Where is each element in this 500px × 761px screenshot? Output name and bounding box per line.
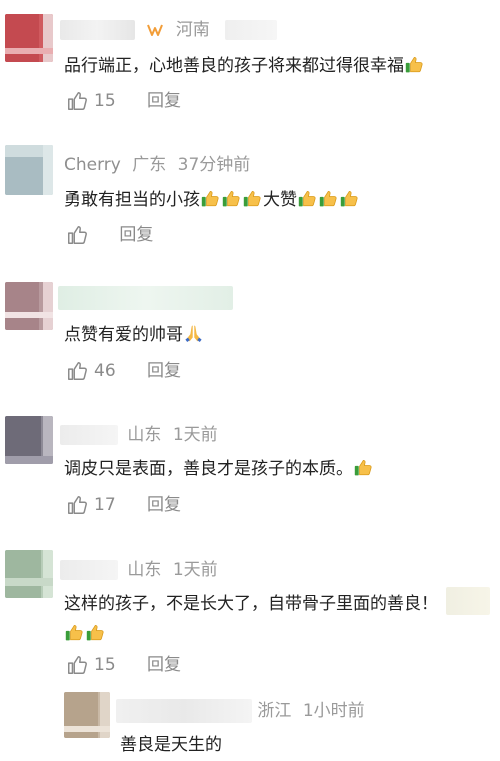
- location-label: 广东: [132, 155, 167, 175]
- avatar[interactable]: [5, 282, 53, 330]
- comment-meta: 浙江 1小时前: [116, 699, 365, 723]
- like-icon[interactable]: [66, 90, 88, 112]
- like-icon[interactable]: [66, 360, 88, 382]
- reply-button[interactable]: 回复: [119, 225, 153, 245]
- comment-text: 勇敢有担当的小孩 大赞: [64, 185, 360, 215]
- comment-text: 点赞有爱的帅哥: [64, 320, 204, 350]
- timestamp: 37分钟前: [177, 155, 251, 175]
- reply-button[interactable]: 回复: [147, 495, 181, 515]
- comment-item: 山东 1天前 这样的孩子，不是长大了，自带骨子里面的善良！ 15 回复: [0, 535, 500, 685]
- comment-actions: 15 回复: [66, 88, 181, 114]
- username-blurred[interactable]: [116, 699, 252, 723]
- comment-item: 山东 1天前 调皮只是表面，善良才是孩子的本质。 17 回复: [0, 400, 500, 530]
- reply-item: 浙江 1小时前 善良是天生的: [0, 685, 500, 761]
- comment-actions: 15 回复: [66, 652, 181, 678]
- avatar[interactable]: [5, 14, 53, 62]
- location-label: 浙江: [257, 701, 292, 721]
- like-count: 17: [94, 495, 116, 515]
- like-count: 46: [94, 361, 116, 381]
- like-count: 15: [94, 91, 116, 111]
- username[interactable]: Cherry: [64, 155, 121, 175]
- like-icon[interactable]: [66, 224, 88, 246]
- comment-text: 品行端正，心地善良的孩子将来都过得很幸福: [64, 51, 425, 81]
- username-blurred[interactable]: [58, 286, 233, 310]
- avatar[interactable]: [5, 145, 53, 195]
- like-count: 15: [94, 655, 116, 675]
- thumbs-up-emoji-icon: [222, 189, 241, 208]
- thumbs-up-emoji-icon: [65, 623, 84, 642]
- like-icon[interactable]: [66, 494, 88, 516]
- thumbs-up-emoji-icon: [340, 189, 359, 208]
- comment-text: 善良是天生的: [120, 735, 222, 755]
- vip-badge-icon: [146, 21, 164, 39]
- comment-item: 点赞有爱的帅哥 46 回复: [0, 265, 500, 395]
- avatar[interactable]: [5, 416, 53, 464]
- comment-meta: [58, 286, 233, 310]
- comment-meta: 山东 1天前: [60, 558, 218, 582]
- location-label: 山东: [127, 425, 162, 445]
- comment-item: 河南 品行端正，心地善良的孩子将来都过得很幸福 15 回复: [0, 0, 500, 130]
- reply-button[interactable]: 回复: [147, 655, 181, 675]
- reply-button[interactable]: 回复: [147, 361, 181, 381]
- comment-actions: 17 回复: [66, 492, 181, 518]
- comment-meta: Cherry 广东 37分钟前: [64, 153, 250, 177]
- thumbs-up-emoji-icon: [354, 458, 373, 477]
- thumbs-up-emoji-icon: [405, 55, 424, 74]
- time-blurred: [225, 20, 278, 40]
- comment-actions: 回复: [66, 222, 153, 248]
- avatar[interactable]: [64, 692, 110, 738]
- comment-meta: 山东 1天前: [60, 423, 218, 447]
- comment-item: Cherry 广东 37分钟前 勇敢有担当的小孩 大赞 回复: [0, 130, 500, 260]
- location-label: 山东: [127, 560, 162, 580]
- timestamp: 1小时前: [302, 701, 365, 721]
- timestamp: 1天前: [172, 425, 218, 445]
- comment-text: 调皮只是表面，善良才是孩子的本质。: [64, 454, 374, 484]
- username-blurred[interactable]: [60, 20, 135, 40]
- image-attachment-blurred[interactable]: [446, 587, 490, 615]
- comment-meta: 河南: [60, 18, 278, 42]
- thumbs-up-emoji-icon: [86, 623, 105, 642]
- username-blurred[interactable]: [60, 425, 118, 445]
- comment-actions: 46 回复: [66, 358, 181, 384]
- thumbs-up-emoji-icon: [243, 189, 262, 208]
- thumbs-up-emoji-icon: [319, 189, 338, 208]
- username-blurred[interactable]: [60, 560, 118, 580]
- timestamp: 1天前: [172, 560, 218, 580]
- like-icon[interactable]: [66, 654, 88, 676]
- thumbs-up-emoji-icon: [298, 189, 317, 208]
- thumbs-up-emoji-icon: [201, 189, 220, 208]
- praying-hands-emoji-icon: [184, 324, 203, 343]
- avatar[interactable]: [5, 550, 53, 598]
- reply-button[interactable]: 回复: [147, 91, 181, 111]
- comment-text: 这样的孩子，不是长大了，自带骨子里面的善良！: [64, 589, 444, 649]
- location-label: 河南: [175, 20, 210, 40]
